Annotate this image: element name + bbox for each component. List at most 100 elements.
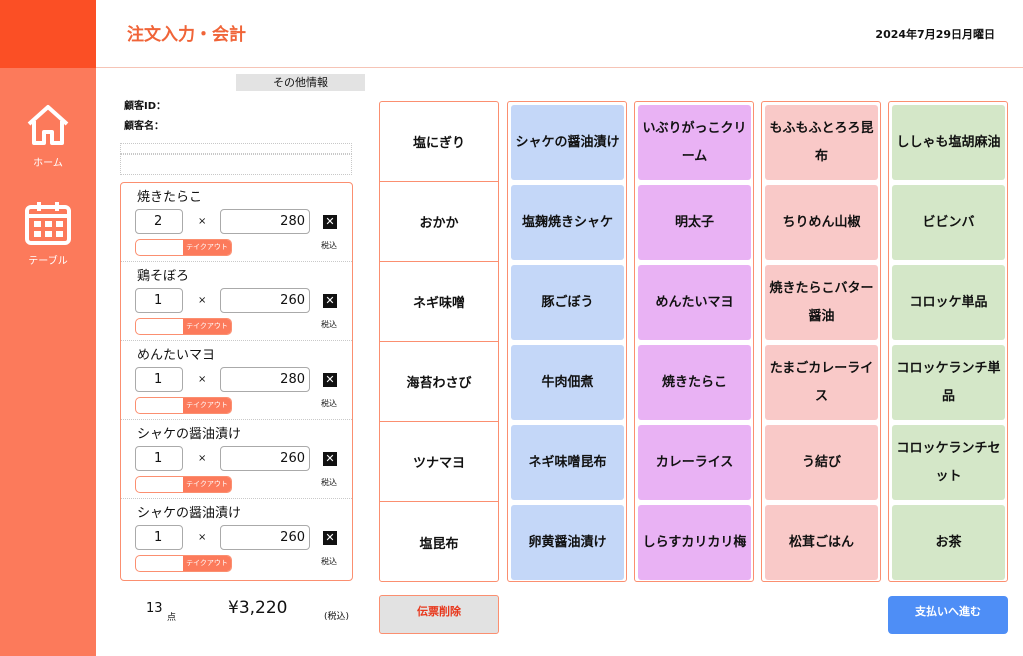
order-item-name: 焼きたらこ	[137, 190, 203, 205]
nav-table-label: テーブル	[28, 256, 68, 267]
takeout-toggle-label: テイクアウト	[183, 240, 231, 255]
menu-item-button[interactable]: カレーライス	[638, 425, 751, 500]
sidebar: ホーム テーブル	[0, 68, 96, 656]
menu-item-button[interactable]: めんたいマヨ	[638, 265, 751, 340]
takeout-toggle-label: テイクアウト	[183, 556, 231, 571]
order-item: シャケの醤油漬け 1 × 260 ✕ 税込 テイクアウト	[121, 499, 352, 578]
page-title: 注文入力・会計	[127, 25, 246, 45]
remove-item-icon[interactable]: ✕	[323, 531, 337, 545]
order-item-name: シャケの醤油漬け	[137, 506, 242, 521]
menu-item-button[interactable]: う結び	[765, 425, 878, 500]
menu-item-button[interactable]: ししゃも塩胡麻油	[892, 105, 1005, 180]
nav-table[interactable]: テーブル	[0, 200, 96, 267]
menu-item-button[interactable]: コロッケランチ単品	[892, 345, 1005, 420]
order-item: めんたいマヨ 1 × 280 ✕ 税込 テイクアウト	[121, 341, 352, 420]
menu-item-button[interactable]: 豚ごぼう	[511, 265, 624, 340]
menu-item-button[interactable]: コロッケランチセット	[892, 425, 1005, 500]
category-item[interactable]: 塩昆布	[380, 502, 498, 582]
quantity-input[interactable]: 1	[135, 446, 183, 471]
category-item[interactable]: 塩にぎり	[380, 102, 498, 182]
price-input[interactable]: 280	[220, 209, 310, 234]
menu-item-button[interactable]: 焼きたらこバター醤油	[765, 265, 878, 340]
calendar-icon	[25, 202, 71, 245]
multiply-sign: ×	[198, 295, 207, 306]
price-input[interactable]: 260	[220, 525, 310, 550]
takeout-toggle[interactable]: テイクアウト	[135, 397, 232, 414]
menu-item-button[interactable]: 明太子	[638, 185, 751, 260]
remove-item-icon[interactable]: ✕	[323, 452, 337, 466]
quantity-input[interactable]: 1	[135, 288, 183, 313]
other-info-header[interactable]: その他情報	[236, 74, 365, 91]
order-item-name: シャケの醤油漬け	[137, 427, 242, 442]
menu-item-button[interactable]: 塩麹焼きシャケ	[511, 185, 624, 260]
customer-id-label: 顧客ID：	[124, 101, 167, 112]
menu-item-button[interactable]: 卵黄醤油漬け	[511, 505, 624, 580]
tax-included-label: 税込	[321, 399, 337, 408]
category-item[interactable]: ツナマヨ	[380, 422, 498, 502]
menu-item-button[interactable]: ビビンバ	[892, 185, 1005, 260]
quantity-input[interactable]: 1	[135, 525, 183, 550]
remove-item-icon[interactable]: ✕	[323, 373, 337, 387]
order-total: ¥3,220	[228, 598, 288, 618]
tax-included-label: 税込	[321, 478, 337, 487]
multiply-sign: ×	[198, 374, 207, 385]
multiply-sign: ×	[198, 532, 207, 543]
nav-home-label: ホーム	[33, 158, 63, 169]
remove-item-icon[interactable]: ✕	[323, 215, 337, 229]
menu-item-button[interactable]: シャケの醤油漬け	[511, 105, 624, 180]
delete-slip-button[interactable]: 伝票削除	[379, 595, 499, 634]
takeout-toggle[interactable]: テイクアウト	[135, 476, 232, 493]
price-input[interactable]: 280	[220, 367, 310, 392]
tax-included-label: 税込	[321, 557, 337, 566]
takeout-toggle[interactable]: テイクアウト	[135, 555, 232, 572]
menu-column-1: シャケの醤油漬け 塩麹焼きシャケ 豚ごぼう 牛肉佃煮 ネギ味噌昆布 卵黄醤油漬け	[507, 101, 627, 582]
category-item[interactable]: 海苔わさび	[380, 342, 498, 422]
menu-item-button[interactable]: たまごカレーライス	[765, 345, 878, 420]
category-column: 塩にぎり おかか ネギ味噌 海苔わさび ツナマヨ 塩昆布	[379, 101, 499, 582]
menu-item-button[interactable]: お茶	[892, 505, 1005, 580]
price-input[interactable]: 260	[220, 446, 310, 471]
item-count-unit: 点	[167, 613, 177, 623]
remove-item-icon[interactable]: ✕	[323, 294, 337, 308]
customer-name-label: 顧客名：	[124, 121, 164, 132]
order-list: 焼きたらこ 2 × 280 ✕ 税込 テイクアウト 鶏そぼろ 1 × 260 ✕ 税込 テイクアウト めんた…	[120, 182, 353, 581]
proceed-to-payment-button[interactable]: 支払いへ進む	[888, 596, 1008, 634]
note-field-2[interactable]	[120, 154, 352, 175]
menu-item-button[interactable]: ネギ味噌昆布	[511, 425, 624, 500]
quantity-input[interactable]: 1	[135, 367, 183, 392]
menu-item-button[interactable]: いぶりがっこクリーム	[638, 105, 751, 180]
note-field-1[interactable]	[120, 143, 352, 154]
takeout-toggle-label: テイクアウト	[183, 398, 231, 413]
category-item[interactable]: おかか	[380, 182, 498, 262]
menu-item-button[interactable]: しらすカリカリ梅	[638, 505, 751, 580]
category-item[interactable]: ネギ味噌	[380, 262, 498, 342]
menu-column-2: いぶりがっこクリーム 明太子 めんたいマヨ 焼きたらこ カレーライス しらすカリカリ梅	[634, 101, 754, 582]
sidebar-header	[0, 0, 96, 68]
order-item: 焼きたらこ 2 × 280 ✕ 税込 テイクアウト	[121, 183, 352, 262]
order-item: シャケの醤油漬け 1 × 260 ✕ 税込 テイクアウト	[121, 420, 352, 499]
menu-item-button[interactable]: 牛肉佃煮	[511, 345, 624, 420]
nav-home[interactable]: ホーム	[0, 102, 96, 169]
tax-included-label: 税込	[321, 320, 337, 329]
takeout-toggle-label: テイクアウト	[183, 477, 231, 492]
tax-included-label: 税込	[321, 241, 337, 250]
price-input[interactable]: 260	[220, 288, 310, 313]
takeout-toggle[interactable]: テイクアウト	[135, 239, 232, 256]
menu-item-button[interactable]: もふもふとろろ昆布	[765, 105, 878, 180]
current-date: 2024年7月29日月曜日	[875, 28, 995, 41]
item-count: 13	[146, 601, 163, 616]
order-item-name: 鶏そぼろ	[137, 269, 190, 284]
order-item: 鶏そぼろ 1 × 260 ✕ 税込 テイクアウト	[121, 262, 352, 341]
total-tax-note: (税込)	[324, 612, 350, 622]
multiply-sign: ×	[198, 216, 207, 227]
menu-column-4: ししゃも塩胡麻油 ビビンバ コロッケ単品 コロッケランチ単品 コロッケランチセット お茶	[888, 101, 1008, 582]
quantity-input[interactable]: 2	[135, 209, 183, 234]
menu-item-button[interactable]: 松茸ごはん	[765, 505, 878, 580]
menu-item-button[interactable]: ちりめん山椒	[765, 185, 878, 260]
menu-column-3: もふもふとろろ昆布 ちりめん山椒 焼きたらこバター醤油 たまごカレーライス う結び 松茸ご…	[761, 101, 881, 582]
menu-item-button[interactable]: コロッケ単品	[892, 265, 1005, 340]
multiply-sign: ×	[198, 453, 207, 464]
takeout-toggle[interactable]: テイクアウト	[135, 318, 232, 335]
home-icon	[27, 105, 69, 145]
menu-item-button[interactable]: 焼きたらこ	[638, 345, 751, 420]
